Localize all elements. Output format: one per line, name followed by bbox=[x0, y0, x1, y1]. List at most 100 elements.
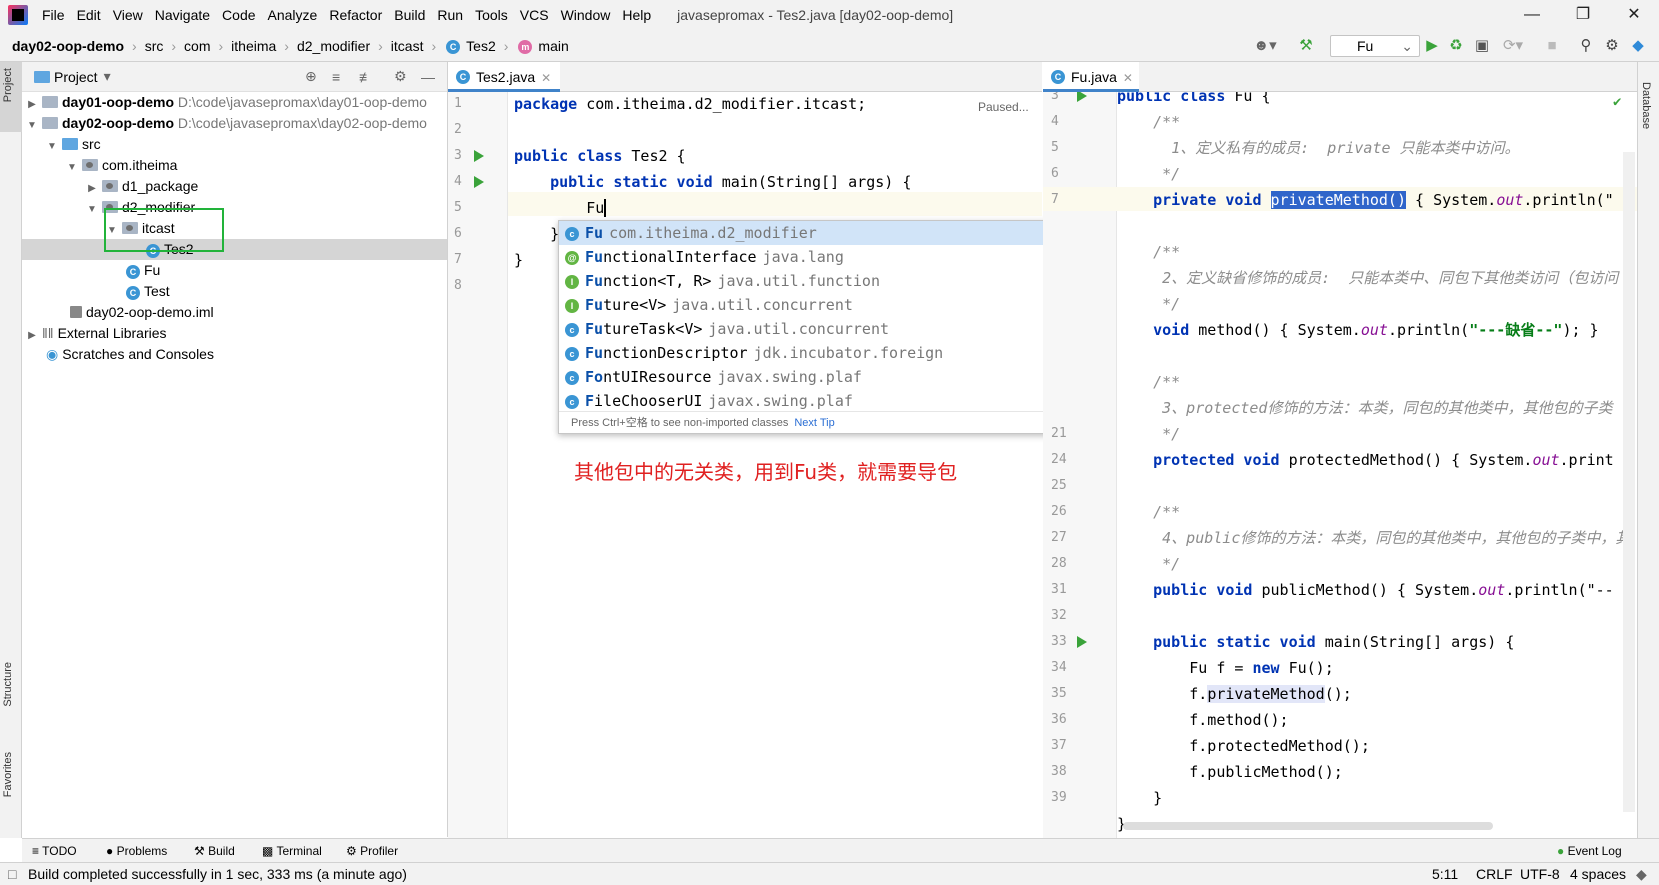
user-icon[interactable]: ☻▾ bbox=[1250, 34, 1280, 58]
toolbox-icon[interactable]: ◆ bbox=[1628, 34, 1648, 58]
close-tab-icon[interactable]: ✕ bbox=[1123, 71, 1133, 85]
problems-tool-button[interactable]: ● Problems bbox=[106, 839, 167, 863]
profile-icon[interactable]: ⟳▾ bbox=[1498, 34, 1528, 58]
menu-view[interactable]: View bbox=[107, 0, 149, 30]
completion-item[interactable]: I Function<T, R> java.util.function bbox=[559, 269, 1097, 293]
lock-icon[interactable]: ◆ bbox=[1636, 863, 1647, 885]
database-tool-button[interactable]: Database bbox=[1640, 82, 1652, 129]
typed-text: Fu bbox=[586, 199, 605, 217]
expand-all-icon[interactable]: ≡ bbox=[332, 69, 340, 85]
run-class-icon[interactable] bbox=[474, 150, 484, 162]
menu-tools[interactable]: Tools bbox=[469, 0, 514, 30]
menu-build[interactable]: Build bbox=[388, 0, 431, 30]
status-message[interactable]: Build completed successfully in 1 sec, 3… bbox=[28, 863, 407, 885]
menu-refactor[interactable]: Refactor bbox=[323, 0, 388, 30]
indent-setting[interactable]: 4 spaces bbox=[1570, 863, 1626, 885]
search-icon[interactable]: ⚲ bbox=[1576, 34, 1596, 58]
horizontal-scrollbar[interactable] bbox=[1123, 822, 1493, 830]
tree-item-external-libraries[interactable]: ▶ ‖‖ External Libraries bbox=[22, 323, 447, 344]
tab-fu-java[interactable]: C Fu.java ✕ bbox=[1043, 62, 1139, 92]
intellij-logo-icon bbox=[8, 5, 28, 25]
breadcrumb-d2-modifier[interactable]: d2_modifier bbox=[295, 38, 372, 54]
run-class-icon[interactable] bbox=[1077, 92, 1087, 102]
completion-item[interactable]: c Fu com.itheima.d2_modifier bbox=[559, 221, 1097, 245]
menu-vcs[interactable]: VCS bbox=[514, 0, 555, 30]
line-number: 27 bbox=[1051, 530, 1067, 545]
menu-navigate[interactable]: Navigate bbox=[149, 0, 216, 30]
collapse-all-icon[interactable]: ≢ bbox=[359, 69, 373, 85]
menu-analyze[interactable]: Analyze bbox=[262, 0, 324, 30]
hide-panel-icon[interactable]: — bbox=[421, 69, 435, 85]
menu-window[interactable]: Window bbox=[555, 0, 617, 30]
breadcrumb-com[interactable]: com bbox=[182, 38, 212, 54]
status-toggle-icon[interactable]: □ bbox=[8, 863, 16, 885]
tree-item-day02[interactable]: ▼ day02-oop-demo D:\code\javasepromax\day… bbox=[22, 113, 447, 134]
debug-icon[interactable]: ♻ bbox=[1446, 34, 1466, 58]
completion-item[interactable]: c FontUIResource javax.swing.plaf bbox=[559, 365, 1097, 389]
tree-item-d2-modifier[interactable]: ▼ d2_modifier bbox=[22, 197, 447, 218]
tree-item-com-itheima[interactable]: ▼ com.itheima bbox=[22, 155, 447, 176]
breadcrumb-main[interactable]: main bbox=[536, 38, 570, 54]
breadcrumb-itcast[interactable]: itcast bbox=[389, 38, 426, 54]
todo-tool-button[interactable]: ≡ TODO bbox=[32, 839, 77, 863]
coverage-icon[interactable]: ▣ bbox=[1472, 34, 1492, 58]
event-log-button[interactable]: ● Event Log bbox=[1557, 839, 1622, 863]
breadcrumb-tes2[interactable]: Tes2 bbox=[464, 38, 498, 54]
completion-item[interactable]: I Future<V> java.util.concurrent bbox=[559, 293, 1097, 317]
tab-tes2-java[interactable]: C Tes2.java ✕ bbox=[448, 62, 560, 92]
breadcrumb-src[interactable]: src bbox=[143, 38, 166, 54]
breadcrumb-project[interactable]: day02-oop-demo bbox=[10, 38, 126, 54]
profiler-tool-button[interactable]: ⚙ Profiler bbox=[346, 839, 398, 863]
tree-item-scratches[interactable]: ◉ Scratches and Consoles bbox=[22, 344, 447, 365]
minimize-icon[interactable]: — bbox=[1509, 0, 1555, 30]
line-number: 3 bbox=[454, 148, 462, 163]
menu-code[interactable]: Code bbox=[216, 0, 261, 30]
locate-icon[interactable]: ⊕ bbox=[305, 68, 317, 85]
build-hammer-icon[interactable]: ⚒ bbox=[1296, 34, 1316, 58]
tree-item-iml[interactable]: day02-oop-demo.iml bbox=[22, 302, 447, 323]
completion-item[interactable]: @ FunctionalInterface java.lang bbox=[559, 245, 1097, 269]
tree-item-src[interactable]: ▼ src bbox=[22, 134, 447, 155]
terminal-tool-button[interactable]: ▩ Terminal bbox=[262, 839, 322, 863]
tree-item-d1-package[interactable]: ▶ d1_package bbox=[22, 176, 447, 197]
line-number: 34 bbox=[1051, 660, 1067, 675]
right-editor[interactable]: 3 4 5 6 7 21 24 25 26 27 28 31 32 33 34 … bbox=[1043, 92, 1637, 838]
completion-item[interactable]: c FutureTask<V> java.util.concurrent bbox=[559, 317, 1097, 341]
tree-item-day01[interactable]: ▶ day01-oop-demo D:\code\javasepromax\day… bbox=[22, 92, 447, 113]
tree-item-tes2[interactable]: C Tes2 bbox=[22, 239, 447, 260]
indexing-status: Paused... bbox=[978, 100, 1029, 114]
restore-icon[interactable]: ❐ bbox=[1560, 0, 1606, 30]
line-number: 24 bbox=[1051, 452, 1067, 467]
completion-item[interactable]: c FileChooserUI javax.swing.plaf bbox=[559, 389, 1097, 413]
menu-run[interactable]: Run bbox=[431, 0, 469, 30]
run-config-select[interactable]: Fu ⌄ bbox=[1330, 35, 1420, 57]
close-tab-icon[interactable]: ✕ bbox=[541, 71, 551, 85]
file-encoding[interactable]: UTF-8 bbox=[1520, 863, 1560, 885]
project-view-select[interactable]: Project bbox=[54, 69, 98, 85]
build-tool-button[interactable]: ⚒ Build bbox=[194, 839, 235, 863]
panel-settings-icon[interactable]: ⚙ bbox=[394, 68, 407, 85]
inspection-ok-icon[interactable]: ✔ bbox=[1613, 94, 1621, 110]
run-main-icon[interactable] bbox=[1077, 636, 1087, 648]
run-icon[interactable]: ▶ bbox=[1422, 34, 1442, 58]
next-tip-link[interactable]: Next Tip bbox=[794, 417, 834, 429]
completion-item[interactable]: c FunctionDescriptor jdk.incubator.foreign bbox=[559, 341, 1097, 365]
line-number: 2 bbox=[454, 122, 462, 137]
tree-item-fu[interactable]: C Fu bbox=[22, 260, 447, 281]
tree-item-itcast[interactable]: ▼ itcast bbox=[22, 218, 447, 239]
menu-edit[interactable]: Edit bbox=[71, 0, 107, 30]
stop-icon[interactable]: ■ bbox=[1542, 34, 1562, 58]
menu-help[interactable]: Help bbox=[616, 0, 657, 30]
structure-tool-button[interactable]: Structure bbox=[2, 662, 14, 707]
project-tool-button[interactable]: Project bbox=[2, 68, 14, 102]
settings-gear-icon[interactable]: ⚙ bbox=[1602, 34, 1622, 58]
code-completion-popup[interactable]: c Fu com.itheima.d2_modifier @ FunctionalIn… bbox=[558, 220, 1098, 434]
tree-item-test[interactable]: C Test bbox=[22, 281, 447, 302]
favorites-tool-button[interactable]: Favorites bbox=[2, 752, 14, 797]
menu-file[interactable]: File bbox=[36, 0, 71, 30]
run-main-icon[interactable] bbox=[474, 176, 484, 188]
breadcrumb-itheima[interactable]: itheima bbox=[229, 38, 278, 54]
cursor-position[interactable]: 5:11 bbox=[1432, 863, 1458, 885]
close-window-icon[interactable]: ✕ bbox=[1611, 0, 1657, 30]
line-separator[interactable]: CRLF bbox=[1476, 863, 1513, 885]
